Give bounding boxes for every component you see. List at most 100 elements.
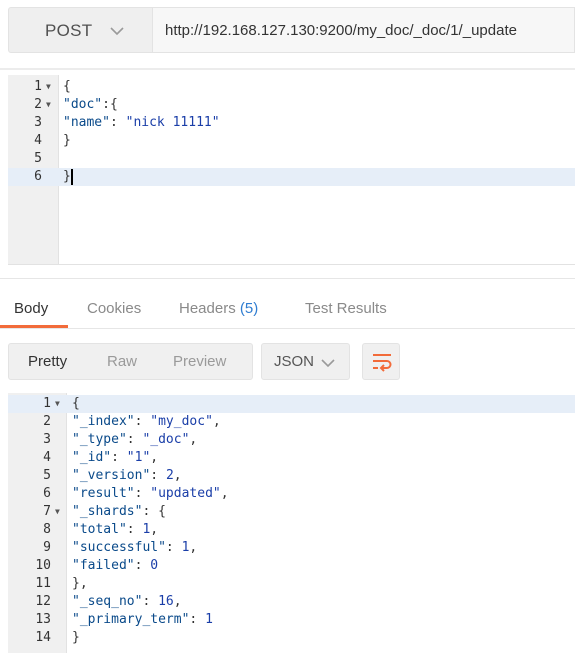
json-key: "total" xyxy=(72,522,127,537)
code-line: "result": "updated", xyxy=(72,485,229,503)
chevron-down-icon xyxy=(110,27,124,36)
active-line-highlight xyxy=(8,168,575,186)
line-number: 4 xyxy=(43,450,51,465)
json-punct: { xyxy=(109,97,118,112)
code-line: { xyxy=(72,395,80,413)
code-line: "_id": "1", xyxy=(72,449,158,467)
json-punct: , xyxy=(173,468,182,483)
json-punct: } xyxy=(63,169,71,184)
divider xyxy=(0,278,575,279)
wrap-lines-button[interactable] xyxy=(362,343,400,380)
json-punct: : xyxy=(165,540,174,555)
json-punct: , xyxy=(189,432,198,447)
method-label: POST xyxy=(45,21,93,40)
line-number: 6 xyxy=(34,169,42,184)
tab-test-results[interactable]: Test Results xyxy=(305,300,387,317)
json-punct: } xyxy=(72,576,80,591)
tab-cookies[interactable]: Cookies xyxy=(87,300,141,317)
tab-headers[interactable]: Headers (5) xyxy=(179,300,258,317)
code-line: "name": "nick 11111" xyxy=(63,114,220,132)
json-punct: , xyxy=(150,450,159,465)
code-line: "_primary_term": 1 xyxy=(72,611,213,629)
code-line: "_version": 2, xyxy=(72,467,182,485)
code-line: { xyxy=(63,78,71,96)
format-select[interactable]: JSON xyxy=(261,343,350,380)
json-key: "failed" xyxy=(72,558,135,573)
tab-body[interactable]: Body xyxy=(14,300,48,317)
json-punct: } xyxy=(63,133,71,148)
json-key: "doc" xyxy=(63,97,103,112)
json-text xyxy=(118,115,126,130)
line-number: 3 xyxy=(43,432,51,447)
text-cursor xyxy=(71,169,73,185)
line-number: 12 xyxy=(35,594,51,609)
line-number: 4 xyxy=(34,133,42,148)
method-select[interactable]: POST xyxy=(8,7,153,53)
json-punct: { xyxy=(158,504,166,519)
request-bar: POST http://192.168.127.130:9200/my_doc/… xyxy=(0,0,575,70)
divider xyxy=(0,68,575,70)
chevron-down-icon xyxy=(321,359,335,368)
format-label: JSON xyxy=(274,353,315,370)
active-tab-indicator xyxy=(0,325,68,328)
line-number: 7 xyxy=(43,504,51,519)
headers-count-badge: (5) xyxy=(239,300,259,317)
json-text xyxy=(119,450,127,465)
pretty-button[interactable]: Pretty xyxy=(28,353,67,370)
json-text xyxy=(150,504,158,519)
line-number: 5 xyxy=(34,151,42,166)
json-number: 1 xyxy=(205,612,213,627)
json-text xyxy=(158,468,166,483)
json-text xyxy=(174,540,182,555)
json-text xyxy=(197,612,205,627)
line-number: 1 xyxy=(43,396,51,411)
json-key: "_version" xyxy=(72,468,151,483)
code-line: "successful": 1, xyxy=(72,539,197,557)
tab-headers-label: Headers xyxy=(179,300,236,317)
url-text: http://192.168.127.130:9200/my_doc/_doc/… xyxy=(165,22,517,39)
json-text xyxy=(150,594,158,609)
fold-arrow-icon[interactable]: ▼ xyxy=(55,395,60,413)
line-number: 2 xyxy=(43,414,51,429)
raw-button[interactable]: Raw xyxy=(107,353,137,370)
preview-button[interactable]: Preview xyxy=(173,353,226,370)
code-line: }, xyxy=(72,575,88,593)
fold-arrow-icon[interactable]: ▼ xyxy=(46,96,51,114)
line-number: 9 xyxy=(43,540,51,555)
line-number: 14 xyxy=(35,630,51,645)
json-string: "nick 11111" xyxy=(125,115,220,130)
json-key: "_primary_term" xyxy=(72,612,190,627)
code-line: "doc":{ xyxy=(63,96,118,114)
code-line: "_type": "_doc", xyxy=(72,431,197,449)
json-string: "1" xyxy=(126,450,151,465)
json-string: "my_doc" xyxy=(150,414,213,429)
fold-arrow-icon[interactable]: ▼ xyxy=(46,78,51,96)
json-key: "result" xyxy=(72,486,135,501)
request-body-editor[interactable]: 1 ▼{2 ▼ "doc":{3 "name": "nick 11111" 4 } 5 6… xyxy=(8,75,575,265)
line-number: 3 xyxy=(34,115,42,130)
code-line: } xyxy=(63,168,71,186)
json-punct: , xyxy=(150,522,159,537)
json-punct: , xyxy=(173,594,182,609)
json-punct: : xyxy=(111,450,119,465)
code-line: "_shards": { xyxy=(72,503,166,521)
code-line: } xyxy=(72,629,80,647)
wrap-lines-icon xyxy=(373,354,392,372)
json-key: "name" xyxy=(63,115,110,130)
json-punct: : xyxy=(126,432,135,447)
line-number: 11 xyxy=(35,576,51,591)
json-string: "updated" xyxy=(150,486,221,501)
response-body-viewer[interactable]: 1 ▼ {2 "_index": "my_doc", 3 "_type": "_doc… xyxy=(8,393,575,653)
url-input[interactable]: http://192.168.127.130:9200/my_doc/_doc/… xyxy=(153,7,575,53)
line-number: 5 xyxy=(43,468,51,483)
json-punct: , xyxy=(212,414,221,429)
json-key: "_id" xyxy=(72,450,112,465)
code-line: } xyxy=(63,132,71,150)
line-number: 1 xyxy=(34,79,42,94)
json-punct: , xyxy=(189,540,198,555)
fold-arrow-icon[interactable]: ▼ xyxy=(55,503,60,521)
json-number: 2 xyxy=(165,468,174,483)
code-line: "failed": 0 xyxy=(72,557,158,575)
json-punct: : xyxy=(109,115,118,130)
line-number: 2 xyxy=(34,97,42,112)
